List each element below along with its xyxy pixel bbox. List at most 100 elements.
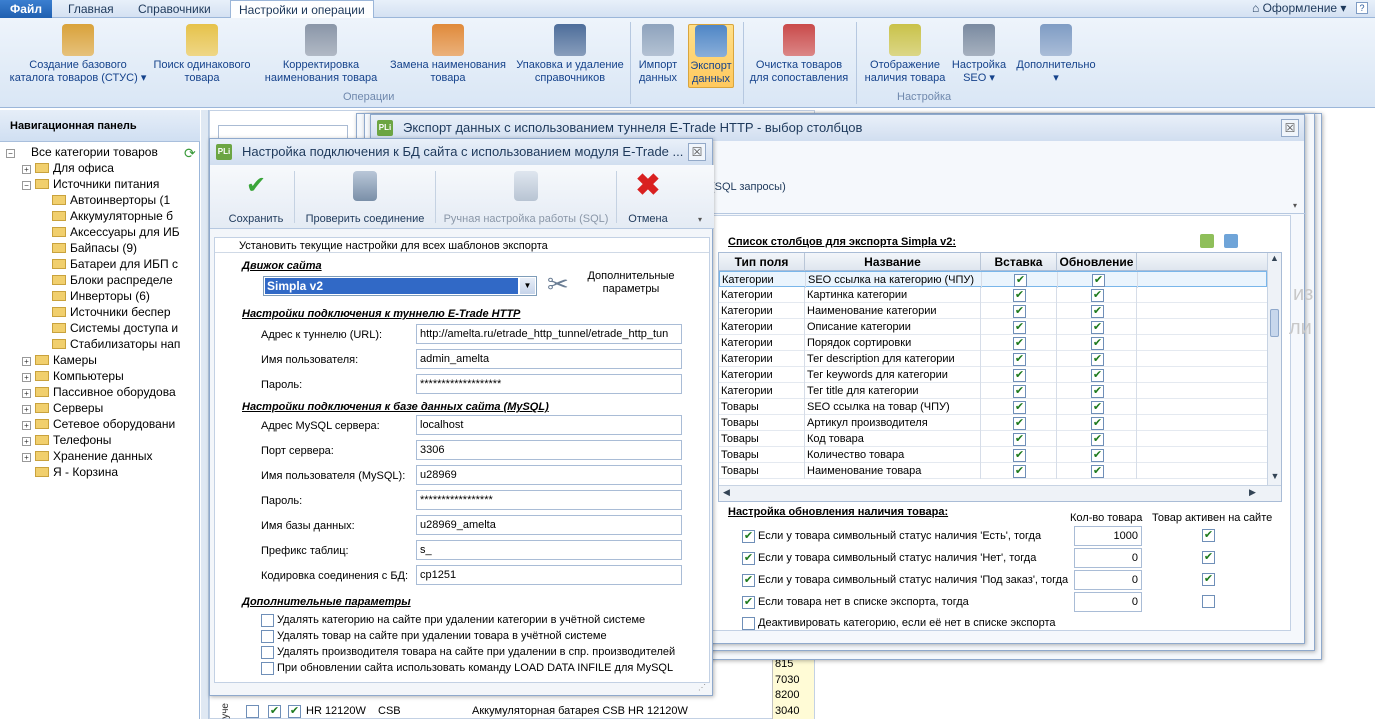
availability-qty-field[interactable] — [1074, 570, 1142, 590]
table-row[interactable]: Категории Тег description для категории — [719, 351, 1267, 367]
expand-icon[interactable]: ▾ — [1293, 201, 1297, 210]
tab-settings-operations[interactable]: Настройки и операции — [230, 0, 374, 19]
collapse-icon[interactable]: − — [22, 181, 31, 190]
update-checkbox[interactable] — [1092, 274, 1105, 287]
design-menu[interactable]: ⌂ Оформление ▾ — [1252, 0, 1346, 16]
insert-checkbox[interactable] — [1013, 449, 1026, 462]
availability-qty-field[interactable] — [1074, 526, 1142, 546]
tree-item[interactable]: Источники беспер — [6, 304, 196, 320]
insert-checkbox[interactable] — [1013, 305, 1026, 318]
toolbar-overflow-icon[interactable]: ▾ — [698, 215, 702, 224]
tree-item[interactable]: Аккумуляторные б — [6, 208, 196, 224]
expand-icon[interactable]: + — [22, 357, 31, 366]
update-checkbox[interactable] — [1091, 465, 1104, 478]
resize-grip-icon[interactable]: ⋰ — [698, 683, 706, 692]
table-row[interactable]: Категории Описание категории — [719, 319, 1267, 335]
tree-item[interactable]: Я - Корзина — [6, 464, 196, 480]
option-checkbox[interactable] — [261, 662, 274, 678]
horizontal-scrollbar[interactable]: ◀ ▶ — [719, 485, 1281, 501]
expand-icon[interactable]: + — [22, 389, 31, 398]
ribbon-button-book[interactable]: Корректировка наименования товара — [258, 24, 384, 88]
update-checkbox[interactable] — [1091, 449, 1104, 462]
insert-checkbox[interactable] — [1013, 465, 1026, 478]
ribbon-button-replace[interactable]: Замена наименования товара — [384, 24, 512, 88]
update-checkbox[interactable] — [1091, 369, 1104, 382]
row-checkbox[interactable] — [268, 705, 281, 718]
update-checkbox[interactable] — [1091, 353, 1104, 366]
tree-item[interactable]: − Источники питания — [6, 176, 196, 192]
vertical-scrollbar[interactable]: ▲ ▼ — [1267, 253, 1281, 485]
tree-item[interactable]: + Компьютеры — [6, 368, 196, 384]
tree-item[interactable]: Системы доступа и — [6, 320, 196, 336]
manual-sql-button[interactable]: Ручная настройка работы (SQL) — [438, 171, 614, 225]
table-prefix-field[interactable] — [416, 540, 682, 560]
check-connection-button[interactable]: Проверить соединение — [298, 171, 432, 225]
availability-qty-field[interactable] — [1074, 548, 1142, 568]
insert-checkbox[interactable] — [1013, 289, 1026, 302]
deactivate-category-checkbox[interactable] — [742, 617, 755, 633]
update-checkbox[interactable] — [1091, 417, 1104, 430]
add-column-icon[interactable] — [1200, 234, 1214, 248]
tree-item[interactable]: Аксессуары для ИБ — [6, 224, 196, 240]
tree-item[interactable]: Блоки распределе — [6, 272, 196, 288]
table-row[interactable]: Категории Порядок сортировки — [719, 335, 1267, 351]
insert-checkbox[interactable] — [1013, 337, 1026, 350]
port-field[interactable] — [416, 440, 682, 460]
header-field-type[interactable]: Тип поля — [719, 253, 805, 271]
table-row[interactable]: Товары Код товара — [719, 431, 1267, 447]
table-row[interactable]: Категории Тег title для категории — [719, 383, 1267, 399]
option-checkbox[interactable] — [261, 630, 274, 646]
search-input[interactable] — [218, 125, 348, 139]
close-icon[interactable]: ☒ — [688, 143, 706, 161]
tree-item[interactable]: Инверторы (6) — [6, 288, 196, 304]
availability-checkbox[interactable] — [742, 552, 755, 565]
update-checkbox[interactable] — [1091, 401, 1104, 414]
expand-icon[interactable]: + — [22, 165, 31, 174]
insert-checkbox[interactable] — [1013, 401, 1026, 414]
table-row[interactable]: Категории Наименование категории — [719, 303, 1267, 319]
tree-item[interactable]: − Все категории товаров — [6, 144, 196, 160]
option-checkbox[interactable] — [261, 646, 274, 662]
tab-file[interactable]: Файл — [0, 0, 52, 18]
tab-home[interactable]: Главная — [60, 0, 122, 18]
table-row[interactable]: Товары Количество товара — [719, 447, 1267, 463]
scroll-down-icon[interactable]: ▼ — [1268, 471, 1282, 481]
table-row[interactable]: Категории Картинка категории — [719, 287, 1267, 303]
tree-item[interactable]: Байпасы (9) — [6, 240, 196, 256]
availability-checkbox[interactable] — [742, 596, 755, 609]
sql-queries-link[interactable]: (SQL запросы) — [711, 181, 786, 193]
ribbon-button-database-export[interactable]: Экспорт данных — [688, 24, 734, 88]
header-update[interactable]: Обновление — [1057, 253, 1137, 271]
tree-item[interactable]: Батареи для ИБП с — [6, 256, 196, 272]
ribbon-button-cubes[interactable]: Создание базового каталога товаров (СТУС)… — [8, 24, 148, 88]
availability-qty-field[interactable] — [1074, 592, 1142, 612]
tree-item[interactable]: Автоинверторы (1 — [6, 192, 196, 208]
table-row[interactable]: Категории Тег keywords для категории — [719, 367, 1267, 383]
product-active-checkbox[interactable] — [1202, 551, 1215, 564]
update-checkbox[interactable] — [1091, 305, 1104, 318]
product-active-checkbox[interactable] — [1202, 595, 1215, 611]
insert-checkbox[interactable] — [1013, 353, 1026, 366]
tree-item[interactable]: + Для офиса — [6, 160, 196, 176]
tunnel-url-field[interactable] — [416, 324, 682, 344]
tree-item[interactable]: + Камеры — [6, 352, 196, 368]
scroll-left-icon[interactable]: ◀ — [723, 487, 730, 498]
tree-item[interactable]: + Пассивное оборудова — [6, 384, 196, 400]
save-button[interactable]: ✔ Сохранить — [220, 171, 292, 225]
mysql-user-field[interactable] — [416, 465, 682, 485]
password-field[interactable] — [416, 374, 682, 394]
cancel-button[interactable]: ✖ Отмена — [620, 171, 676, 226]
header-insert[interactable]: Вставка — [981, 253, 1057, 271]
table-row[interactable]: Категории SEO ссылка на категорию (ЧПУ) — [719, 271, 1267, 288]
table-row[interactable]: Товары Артикул производителя — [719, 415, 1267, 431]
expand-icon[interactable]: + — [22, 373, 31, 382]
ribbon-button-clean[interactable]: Очистка товаров для сопоставления — [748, 24, 850, 88]
splitter[interactable] — [201, 110, 209, 719]
row-checkbox[interactable] — [288, 705, 301, 718]
header-name[interactable]: Название — [805, 253, 981, 271]
extra-params-button[interactable]: ✂ Дополнительные параметры — [547, 268, 677, 302]
chevron-down-icon[interactable]: ▼ — [520, 278, 535, 294]
insert-checkbox[interactable] — [1013, 321, 1026, 334]
tree-item[interactable]: + Телефоны — [6, 432, 196, 448]
scroll-right-icon[interactable]: ▶ — [1249, 487, 1256, 498]
